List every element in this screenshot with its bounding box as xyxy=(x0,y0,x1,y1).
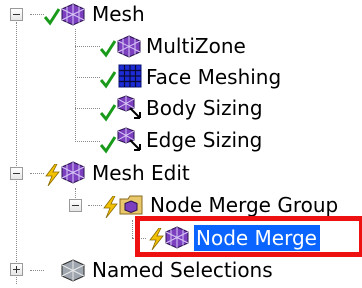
tree-node-named-selections[interactable]: Named Selections xyxy=(60,256,300,288)
face-meshing-icon xyxy=(118,64,142,88)
tree-line xyxy=(75,108,100,109)
check-icon xyxy=(100,71,116,89)
tree-line xyxy=(88,205,102,206)
named-selections-icon xyxy=(61,259,85,282)
check-icon xyxy=(100,136,116,154)
tree-node-body-sizing[interactable]: Body Sizing xyxy=(100,92,280,124)
body-sizing-icon xyxy=(117,95,141,119)
annotation-highlight-box xyxy=(135,216,362,257)
tree-node-multizone[interactable]: MultiZone xyxy=(100,30,270,62)
mesh-icon xyxy=(61,3,85,26)
tree-line xyxy=(132,220,133,238)
tree-node-label: Edge Sizing xyxy=(146,128,263,152)
lightning-icon xyxy=(103,196,118,218)
check-icon xyxy=(100,104,116,122)
multizone-icon xyxy=(117,35,141,58)
tree-line xyxy=(30,270,44,271)
tree-node-face-meshing[interactable]: Face Meshing xyxy=(100,61,300,93)
tree-line xyxy=(16,22,17,284)
mesh-collapse-toggle[interactable] xyxy=(10,8,23,21)
tree-node-label: Named Selections xyxy=(92,258,273,282)
tree-line xyxy=(30,173,44,174)
outline-tree: Mesh MultiZone Face Meshing Body Sizing … xyxy=(0,0,362,284)
tree-line xyxy=(75,141,100,142)
tree-node-label: Mesh Edit xyxy=(92,161,190,185)
tree-node-label: Body Sizing xyxy=(146,96,263,120)
tree-node-label: Mesh xyxy=(92,2,145,26)
mesh-edit-icon xyxy=(61,161,85,184)
tree-line xyxy=(75,77,100,78)
tree-node-mesh-edit[interactable]: Mesh Edit xyxy=(44,158,194,190)
mesh-edit-collapse-toggle[interactable] xyxy=(10,167,23,180)
tree-node-mesh[interactable]: Mesh xyxy=(44,0,145,32)
tree-node-label: Node Merge Group xyxy=(150,193,339,217)
edge-sizing-icon xyxy=(117,127,141,151)
tree-line xyxy=(75,46,100,47)
named-selections-expand-toggle[interactable] xyxy=(10,263,23,276)
lightning-icon xyxy=(45,164,60,186)
tree-node-label: Face Meshing xyxy=(146,65,282,89)
check-icon xyxy=(44,8,60,26)
node-merge-group-icon xyxy=(119,195,143,215)
tree-line xyxy=(30,14,44,15)
tree-node-label: MultiZone xyxy=(146,34,246,58)
node-merge-group-collapse-toggle[interactable] xyxy=(69,199,82,212)
tree-node-edge-sizing[interactable]: Edge Sizing xyxy=(100,124,280,156)
check-icon xyxy=(100,40,116,58)
